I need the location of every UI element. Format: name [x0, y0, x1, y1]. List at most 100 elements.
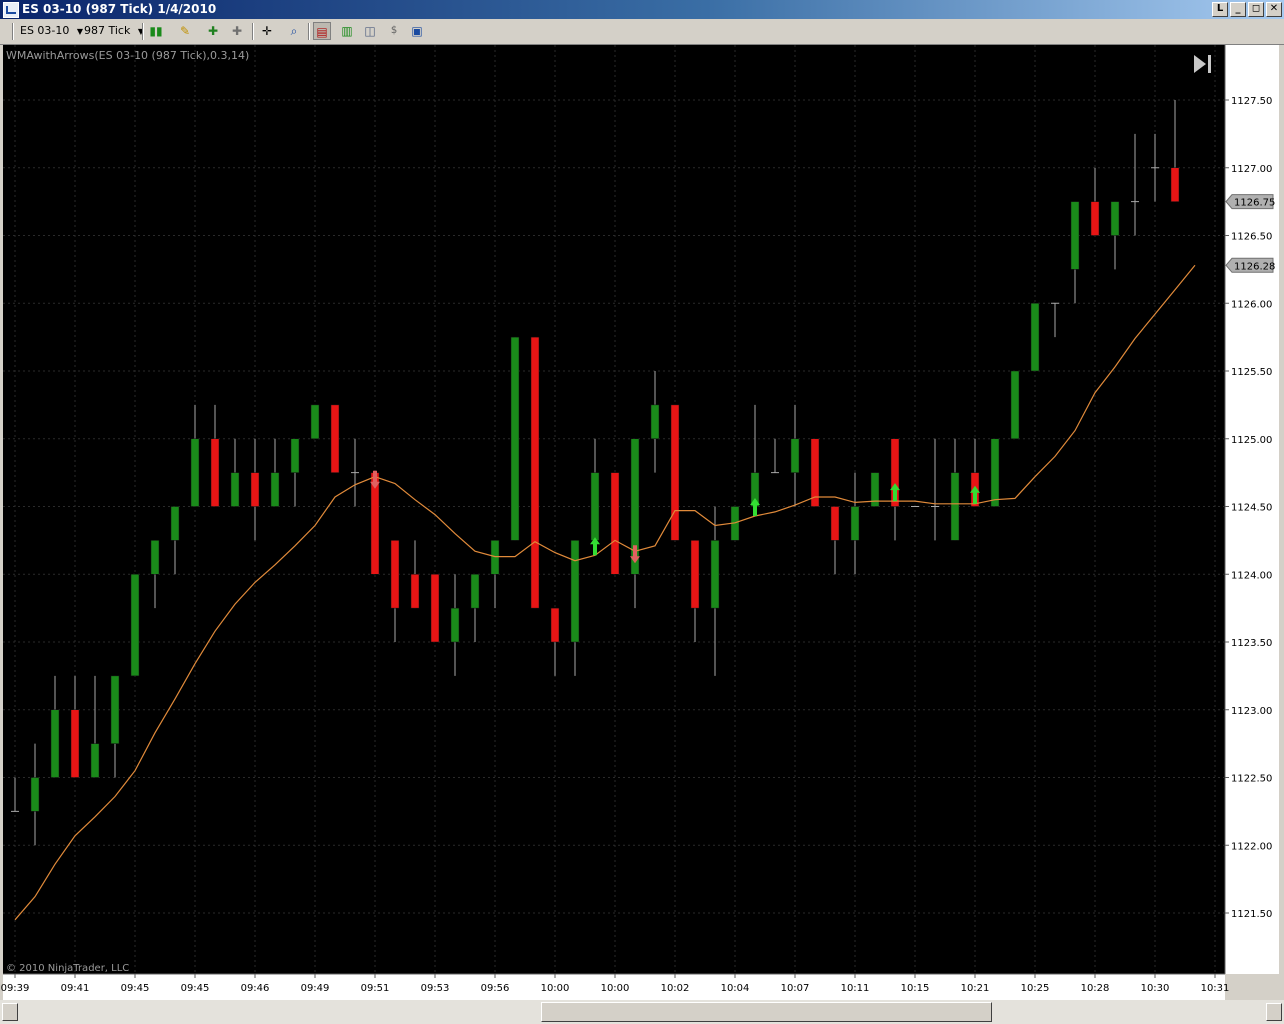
interval-selector[interactable]: 987 Tick ▼ — [84, 23, 144, 39]
crosshair-icon[interactable]: ✛ — [258, 22, 276, 40]
drawing-pencil-icon[interactable]: ✎ — [176, 22, 194, 40]
price-tick-label: 1123.50 — [1231, 638, 1272, 649]
candle-body — [290, 438, 300, 473]
price-tick-label: 1123.00 — [1231, 706, 1272, 717]
price-tick-label: 1125.00 — [1231, 435, 1272, 446]
candle-body — [1170, 167, 1180, 202]
candle — [510, 336, 520, 541]
window-title: ES 03-10 (987 Tick) 1/4/2010 — [22, 2, 217, 16]
time-tick-label: 09:41 — [61, 983, 90, 994]
bars-icon[interactable]: ▥ — [338, 22, 356, 40]
candle-body — [490, 540, 500, 575]
candle-body — [190, 438, 200, 507]
toolbar-separator — [252, 23, 254, 40]
time-tick-label: 10:25 — [1021, 983, 1050, 994]
link-button[interactable]: L — [1212, 2, 1228, 17]
candle-body — [1110, 201, 1120, 236]
candle — [430, 574, 440, 643]
candle — [810, 438, 820, 507]
candle-body — [430, 574, 440, 643]
candle-body — [590, 472, 600, 541]
time-tick-label: 09:39 — [1, 983, 30, 994]
chart-panel[interactable]: 1127.50 1127.00 1126.50 1126.00 1125.50 1125.… — [0, 45, 1284, 1000]
candle-body — [570, 540, 580, 643]
time-tick-label: 10:11 — [841, 983, 870, 994]
minimize-button[interactable]: _ — [1230, 2, 1246, 17]
candle-body — [170, 506, 180, 541]
candle-body — [330, 404, 340, 473]
time-tick-label: 10:00 — [601, 983, 630, 994]
time-tick-label: 10:15 — [901, 983, 930, 994]
candle-body — [70, 709, 80, 778]
candle — [330, 404, 340, 473]
time-tick-label: 10:07 — [781, 983, 810, 994]
horizontal-scrollbar[interactable] — [0, 1000, 1284, 1024]
time-tick-label: 09:53 — [421, 983, 450, 994]
scroll-right-button[interactable] — [1266, 1003, 1282, 1021]
data-box-icon[interactable]: ◫ — [361, 22, 379, 40]
interval-label: 987 Tick — [84, 24, 131, 37]
time-tick-label: 09:56 — [481, 983, 510, 994]
candle-body — [270, 472, 280, 507]
candle-body — [670, 404, 680, 541]
candle-body — [810, 438, 820, 507]
candle-body — [210, 438, 220, 507]
candle — [310, 404, 320, 439]
strategy-icon[interactable]: ✚ — [228, 22, 246, 40]
candle-body — [470, 574, 480, 609]
indicator-label: WMAwithArrows(ES 03-10 (987 Tick),0.3,14… — [6, 49, 249, 62]
time-tick-label: 10:30 — [1141, 983, 1170, 994]
scroll-thumb[interactable] — [541, 1002, 992, 1022]
price-tick-label: 1122.50 — [1231, 774, 1272, 785]
candle-body — [130, 574, 140, 677]
toolbar-separator — [308, 23, 310, 40]
price-tick-label: 1124.00 — [1231, 570, 1272, 581]
candle-body — [610, 472, 620, 575]
dollar-icon[interactable]: $ — [385, 22, 403, 40]
scroll-left-button[interactable] — [2, 1003, 18, 1021]
window-titlebar[interactable]: ES 03-10 (987 Tick) 1/4/2010 L _ ◻ ✕ — [0, 0, 1284, 19]
price-tick-label: 1122.00 — [1231, 841, 1272, 852]
time-tick-label: 10:31 — [1201, 983, 1230, 994]
price-chart[interactable]: 1127.50 1127.00 1126.50 1126.00 1125.50 1125.… — [0, 45, 1284, 1000]
panel-icon[interactable]: ▣ — [408, 22, 426, 40]
candle-body — [30, 777, 40, 812]
indicator-icon[interactable]: ✚ — [204, 22, 222, 40]
candle — [670, 404, 680, 541]
maximize-button[interactable]: ◻ — [1248, 2, 1264, 17]
candle-body — [110, 675, 120, 744]
price-tick-label: 1126.00 — [1231, 299, 1272, 310]
candle-body — [530, 336, 540, 609]
candle-body — [310, 404, 320, 439]
time-tick-label: 09:49 — [301, 983, 330, 994]
candle-body — [990, 438, 1000, 507]
time-tick-label: 09:46 — [241, 983, 270, 994]
chart-toolbar: ES 03-10 ▼ 987 Tick ▼ ▮▮ ✎ ✚ ✚ ✛ ⌕ ▤ ▥ ◫… — [0, 19, 1284, 45]
candle-body — [450, 607, 460, 643]
price-tick-label: 1125.50 — [1231, 367, 1272, 378]
candle-body — [830, 506, 840, 541]
candle-body — [710, 540, 720, 609]
candle-body — [410, 574, 420, 609]
candle — [530, 336, 540, 609]
candle-body — [50, 709, 60, 778]
zoom-icon[interactable]: ⌕ — [285, 22, 303, 40]
properties-icon[interactable]: ▤ — [313, 22, 331, 40]
price-tick-label: 1121.50 — [1231, 909, 1272, 920]
price-tick-label: 1127.50 — [1231, 96, 1272, 107]
time-tick-label: 09:45 — [121, 983, 150, 994]
chart-style-icon[interactable]: ▮▮ — [147, 22, 165, 40]
time-tick-label: 10:21 — [961, 983, 990, 994]
candle — [130, 574, 140, 677]
time-tick-label: 09:45 — [181, 983, 210, 994]
candle — [990, 438, 1000, 507]
instrument-label: ES 03-10 — [20, 24, 70, 37]
toolbar-separator — [12, 23, 14, 40]
time-tick-label: 09:51 — [361, 983, 390, 994]
candle-body — [690, 540, 700, 609]
price-tick-label: 1124.50 — [1231, 503, 1272, 514]
price-tick-label: 1127.00 — [1231, 164, 1272, 175]
toolbar-separator — [142, 23, 144, 40]
close-button[interactable]: ✕ — [1266, 2, 1282, 17]
instrument-selector[interactable]: ES 03-10 ▼ — [20, 23, 83, 39]
